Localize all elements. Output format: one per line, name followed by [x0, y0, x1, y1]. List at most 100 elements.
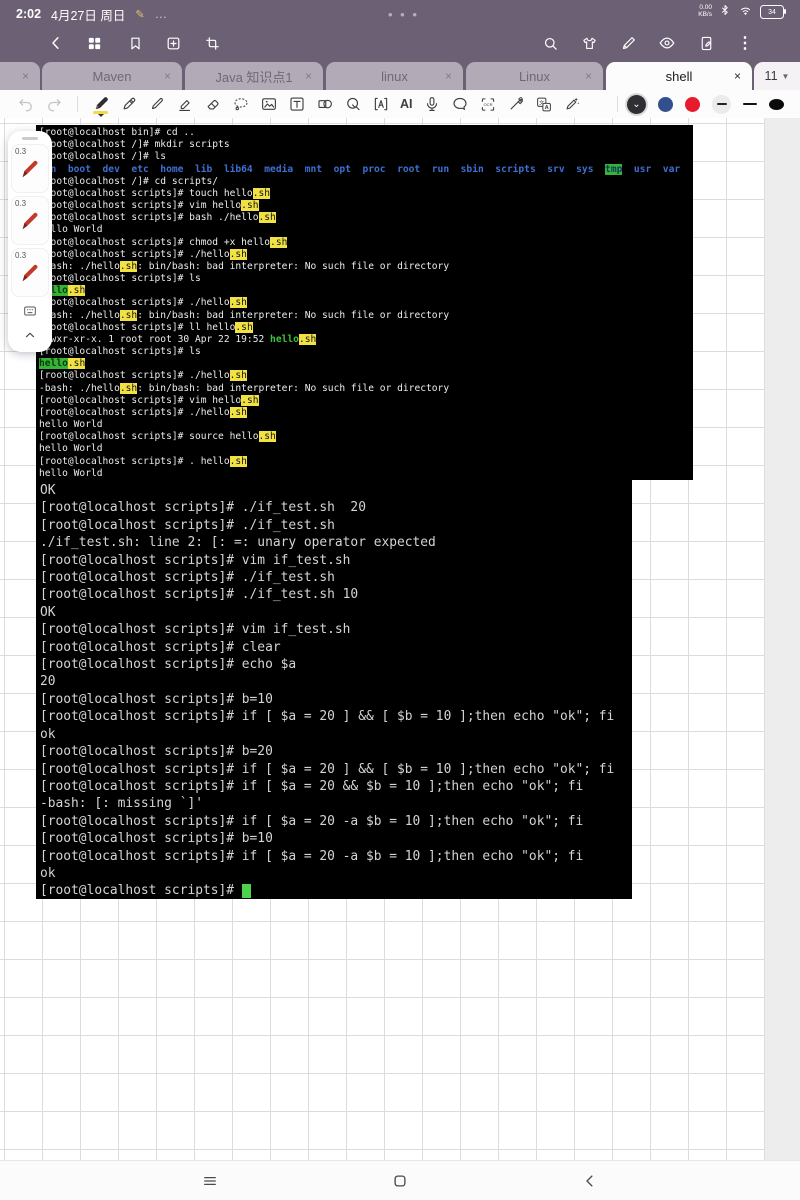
pen-size-label: 0.3: [15, 147, 26, 156]
tab-linux-upper[interactable]: Linux ×: [466, 62, 603, 90]
stroke-width-selected[interactable]: [712, 95, 731, 114]
terminal-line: [root@localhost scripts]# touch hello.sh: [39, 188, 693, 200]
pen-palette-panel[interactable]: 0.3 0.3 0.3: [8, 131, 52, 352]
terminal-line: [root@localhost scripts]# if [ $a = 20 ]…: [40, 708, 632, 725]
redo-button[interactable]: [45, 93, 63, 115]
more-menu-button[interactable]: ⋮: [733, 31, 757, 55]
tool-ballpoint-pen[interactable]: [148, 93, 166, 115]
theme-tshirt-button[interactable]: [577, 31, 601, 55]
tab-shell-active[interactable]: shell ×: [606, 62, 752, 90]
tool-lookup-magnifier[interactable]: [344, 93, 362, 115]
terminal-line: [root@localhost scripts]# ./if_test.sh 2…: [40, 499, 632, 516]
tool-shapes[interactable]: [316, 93, 334, 115]
terminal-line: hello World: [39, 224, 693, 236]
page-edge-margin: [765, 118, 800, 1160]
drawing-toolbar: AI OCR 文A ⌄: [0, 90, 800, 118]
apps-grid-button[interactable]: [82, 31, 106, 55]
pen-preset-1[interactable]: 0.3: [11, 144, 49, 193]
terminal-line: [root@localhost bin]# cd ..: [39, 127, 693, 139]
battery-icon: 34: [760, 5, 786, 18]
bookmark-button[interactable]: [123, 31, 147, 55]
tool-laser-pointer[interactable]: [507, 93, 525, 115]
terminal-line: [root@localhost scripts]# chmod +x hello…: [39, 237, 693, 249]
tool-fountain-pen[interactable]: [92, 93, 110, 115]
red-pen-icon: [19, 262, 41, 284]
terminal-line: [root@localhost scripts]# echo $a: [40, 656, 632, 673]
tab-linux-lower[interactable]: linux ×: [326, 62, 463, 90]
tab-close-icon[interactable]: ×: [734, 69, 741, 83]
tab-bar: × Maven × Java 知识点1 × linux × Linux × sh…: [0, 58, 800, 90]
color-swatch-red[interactable]: [685, 97, 700, 112]
add-page-button[interactable]: [161, 31, 185, 55]
back-button[interactable]: [44, 31, 68, 55]
terminal-line: [root@localhost scripts]# ./if_test.sh: [40, 569, 632, 586]
tool-ocr[interactable]: OCR: [479, 93, 497, 115]
tool-highlighter[interactable]: [176, 93, 194, 115]
nav-back-button[interactable]: [578, 1169, 602, 1193]
tool-extract-text[interactable]: [372, 93, 390, 115]
terminal-line: [root@localhost scripts]# clear: [40, 639, 632, 656]
status-bar: 2:02 4月27日 周日 ✎ … • • • 0.00KB/s 34: [0, 0, 800, 28]
palette-drag-handle[interactable]: [22, 137, 38, 140]
terminal-line: [root@localhost scripts]#: [40, 882, 632, 899]
split-handle-icon[interactable]: • • •: [388, 7, 419, 22]
color-swatch-black[interactable]: [769, 99, 784, 110]
tab-java-notes[interactable]: Java 知识点1 ×: [185, 62, 323, 90]
terminal-line: ./if_test.sh: line 2: [: =: unary operat…: [40, 534, 632, 551]
collapse-toolbar-button[interactable]: ⌄: [627, 95, 646, 114]
recents-button[interactable]: [198, 1169, 222, 1193]
tab-maven[interactable]: Maven ×: [42, 62, 182, 90]
tab-close-icon[interactable]: ×: [164, 69, 171, 83]
terminal-line: [root@localhost scripts]# vim hello.sh: [39, 395, 693, 407]
tool-ai[interactable]: AI: [400, 97, 413, 111]
network-speed-indicator: 0.00KB/s: [698, 5, 712, 18]
tab-close-icon[interactable]: ×: [305, 69, 312, 83]
terminal-line: OK: [40, 604, 632, 621]
terminal-screenshot-hello-sh[interactable]: [root@localhost bin]# cd .. [root@localho…: [36, 125, 693, 480]
toolbar-divider: [77, 96, 78, 112]
tool-pencil[interactable]: [120, 93, 138, 115]
terminal-line: [root@localhost scripts]# vim if_test.sh: [40, 621, 632, 638]
annotate-pen-button[interactable]: [616, 31, 640, 55]
terminal-line: [root@localhost scripts]# ./hello.sh: [39, 249, 693, 261]
tab-counter-dropdown[interactable]: 11 ▼: [754, 62, 800, 90]
tool-comment-bubble[interactable]: [451, 93, 469, 115]
terminal-line: -bash: ./hello.sh: bin/bash: bad interpr…: [39, 261, 693, 273]
terminal-line: [root@localhost scripts]# if [ $a = 20 -…: [40, 813, 632, 830]
device-handwrite-button[interactable]: [694, 31, 718, 55]
tool-voice-mic[interactable]: [423, 93, 441, 115]
tab-close-icon[interactable]: ×: [445, 69, 452, 83]
pen-preset-3[interactable]: 0.3: [11, 248, 49, 297]
terminal-line: [root@localhost scripts]# if [ $a = 20 &…: [40, 778, 632, 795]
search-button[interactable]: [538, 31, 562, 55]
tool-eraser[interactable]: [204, 93, 222, 115]
palette-collapse-chevron[interactable]: [23, 328, 37, 347]
stroke-width-thin[interactable]: [743, 103, 757, 106]
terminal-line: -bash: ./hello.sh: bin/bash: bad interpr…: [39, 383, 693, 395]
color-stroke-group: ⌄: [627, 95, 784, 114]
wifi-icon: [738, 4, 753, 20]
terminal-line: [root@localhost scripts]# vim if_test.sh: [40, 552, 632, 569]
view-mode-eye-button[interactable]: [655, 31, 679, 55]
screenshot-crop-button[interactable]: [200, 31, 224, 55]
tool-insert-image[interactable]: [260, 93, 278, 115]
terminal-line: OK: [40, 482, 632, 499]
tab-close-icon[interactable]: ×: [22, 69, 29, 83]
red-pen-icon: [19, 158, 41, 180]
color-swatch-blue[interactable]: [658, 97, 673, 112]
tool-lasso-select[interactable]: [232, 93, 250, 115]
terminal-line: [root@localhost scripts]# . hello.sh: [39, 456, 693, 468]
terminal-screenshot-if-test[interactable]: OK[root@localhost scripts]# ./if_test.sh…: [36, 478, 632, 899]
tab-overflow-partial[interactable]: ×: [0, 62, 40, 90]
home-button[interactable]: [388, 1169, 412, 1193]
tool-text-box[interactable]: [288, 93, 306, 115]
tool-magic-pen[interactable]: [563, 93, 581, 115]
pen-preset-2[interactable]: 0.3: [11, 196, 49, 245]
terminal-line: [root@localhost scripts]# ./if_test.sh: [40, 517, 632, 534]
undo-button[interactable]: [17, 93, 35, 115]
terminal-line: [root@localhost scripts]# ls: [39, 346, 693, 358]
tool-translate[interactable]: 文A: [535, 93, 553, 115]
tab-close-icon[interactable]: ×: [585, 69, 592, 83]
terminal-line: ok: [40, 726, 632, 743]
palette-grid-icon[interactable]: [22, 303, 38, 324]
